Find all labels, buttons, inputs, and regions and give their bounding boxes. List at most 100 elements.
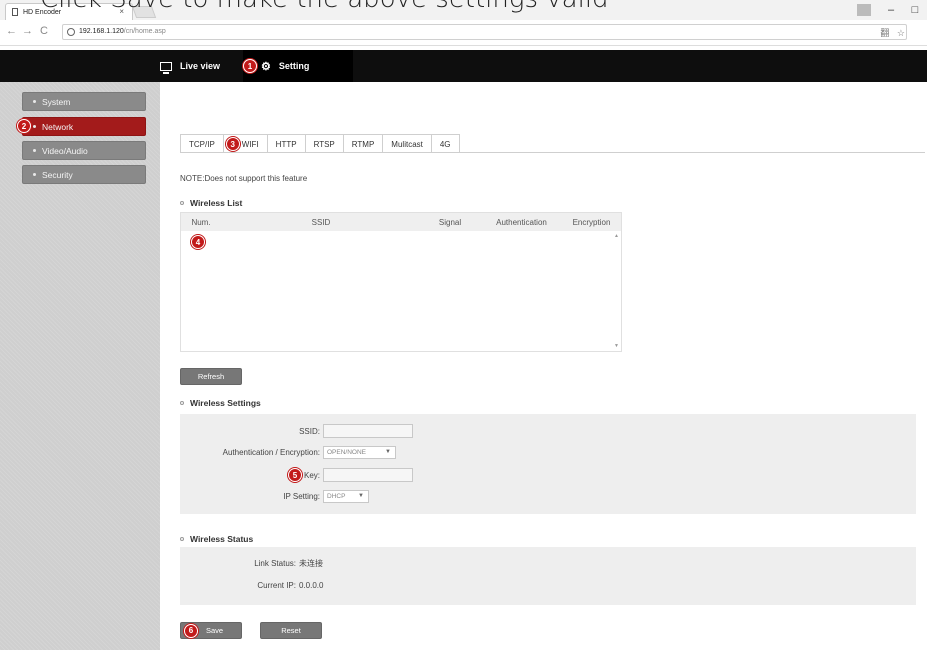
tab-rtmp[interactable]: RTMP — [342, 134, 384, 153]
reset-button[interactable]: Reset — [260, 622, 322, 639]
save-button[interactable]: 6 Save — [180, 622, 242, 639]
bookmark-star-icon[interactable]: ☆ — [897, 28, 905, 38]
nav-live-view-label: Live view — [180, 61, 221, 71]
auth-label: Authentication / Encryption: — [222, 448, 320, 457]
ip-setting-row: IP Setting: DHCP ▼ — [180, 490, 369, 503]
refresh-button[interactable]: Refresh — [180, 368, 242, 385]
tab-label: RTMP — [351, 139, 375, 149]
table-scrollbar[interactable]: ▲ ▼ — [611, 231, 621, 351]
main-content: TCP/IP 3 WIFI HTTP RTSP RTMP Mulitcast 4… — [160, 82, 927, 650]
tab-wifi[interactable]: 3 WIFI — [222, 134, 268, 153]
translate-icon[interactable]: 翻 — [880, 28, 889, 38]
sidebar-item-video-audio[interactable]: Video/Audio — [22, 141, 146, 160]
auth-select[interactable]: OPEN/NONE ▼ — [323, 446, 396, 459]
current-ip-row: Current IP: 0.0.0.0 — [180, 581, 323, 590]
ssid-row: SSID: — [180, 424, 413, 438]
note-text: NOTE:Does not support this feature — [180, 174, 308, 183]
tab-rtsp[interactable]: RTSP — [304, 134, 344, 153]
sidebar-item-security[interactable]: Security — [22, 165, 146, 184]
tab-tcpip[interactable]: TCP/IP — [180, 134, 224, 153]
bullet-icon — [33, 149, 36, 152]
step-marker-1: 1 — [243, 59, 257, 73]
tab-4g[interactable]: 4G — [430, 134, 460, 153]
nav-setting[interactable]: 1 ⚙ Setting — [243, 50, 353, 82]
sidebar-item-label: Video/Audio — [42, 145, 88, 156]
link-status-row: Link Status: 未连接 — [180, 558, 323, 569]
step-marker-5: 5 — [287, 468, 302, 482]
address-bar[interactable]: 192.168.1.120/cn/home.asp — [62, 24, 907, 40]
maximize-button[interactable]: □ — [903, 4, 927, 16]
wireless-status-panel: Link Status: 未连接 Current IP: 0.0.0.0 — [180, 547, 916, 605]
current-ip-value: 0.0.0.0 — [299, 581, 324, 590]
document-icon — [12, 8, 18, 16]
scroll-up-icon[interactable]: ▲ — [614, 233, 619, 239]
bullet-icon — [180, 201, 184, 205]
sidebar-item-label: Security — [42, 169, 73, 180]
ip-setting-select-value: DHCP — [327, 493, 346, 500]
auth-row: Authentication / Encryption: OPEN/NONE ▼ — [180, 446, 396, 459]
key-row: 5 Key: — [180, 468, 413, 482]
sidebar-item-network[interactable]: 2 Network — [17, 117, 146, 136]
network-tabs: TCP/IP 3 WIFI HTTP RTSP RTMP Mulitcast 4… — [180, 134, 460, 153]
step-marker-3: 3 — [225, 137, 240, 151]
wireless-settings-title: Wireless Settings — [180, 398, 261, 408]
window-controls: – □ — [857, 0, 927, 20]
minimize-button[interactable]: – — [879, 4, 903, 16]
forward-button[interactable]: → — [22, 25, 33, 37]
gear-icon: ⚙ — [261, 60, 271, 73]
section-title-label: Wireless List — [190, 198, 243, 208]
link-status-value: 未连接 — [299, 559, 323, 568]
bullet-icon — [33, 173, 36, 176]
user-profile-icon[interactable] — [857, 4, 871, 16]
tab-label: RTSP — [313, 139, 335, 149]
nav-live-view[interactable]: Live view — [160, 50, 220, 82]
tab-label: HTTP — [275, 139, 297, 149]
bullet-icon — [33, 100, 36, 103]
url-path: /cn/home.asp — [123, 28, 166, 35]
sidebar: System 2 Network Video/Audio Security — [0, 82, 160, 650]
scroll-down-icon[interactable]: ▼ — [614, 343, 619, 349]
bullet-icon — [33, 125, 36, 128]
site-info-icon[interactable] — [67, 28, 75, 36]
section-title-label: Wireless Settings — [190, 398, 261, 408]
ip-setting-select[interactable]: DHCP ▼ — [323, 490, 369, 503]
wireless-status-title: Wireless Status — [180, 534, 253, 544]
instruction-caption: Click Save to make the above settings va… — [40, 0, 609, 14]
url-host: 192.168.1.120 — [79, 28, 124, 35]
app-header: Live view 1 ⚙ Setting — [0, 50, 927, 82]
key-label: Key: — [303, 470, 320, 480]
tab-label: Mulitcast — [391, 139, 423, 149]
omnibox-actions: 翻 ☆ — [875, 26, 905, 39]
column-header-num: Num. — [191, 217, 211, 227]
ssid-label: SSID: — [299, 426, 320, 436]
reload-button[interactable]: C — [40, 25, 48, 37]
browser-toolbar: ← → C 192.168.1.120/cn/home.asp 翻 ☆ — [0, 20, 927, 46]
ip-setting-label: IP Setting: — [283, 492, 320, 501]
tab-divider — [180, 152, 925, 153]
auth-select-value: OPEN/NONE — [327, 449, 367, 456]
section-title-label: Wireless Status — [190, 534, 254, 544]
wireless-list-table: Num. SSID Signal Authentication Encrypti… — [180, 212, 622, 352]
back-button[interactable]: ← — [6, 25, 17, 37]
column-header-signal: Signal — [438, 217, 462, 227]
current-ip-label: Current IP: — [257, 581, 296, 590]
step-marker-2: 2 — [17, 119, 31, 133]
save-button-label: Save — [206, 626, 224, 635]
wireless-list-title: Wireless List — [180, 198, 242, 208]
column-header-encryption: Encryption — [572, 217, 611, 227]
tab-http[interactable]: HTTP — [266, 134, 306, 153]
link-status-label: Link Status: — [254, 559, 296, 568]
tab-label: 4G — [439, 139, 451, 149]
tab-multicast[interactable]: Mulitcast — [382, 134, 432, 153]
table-header: Num. SSID Signal Authentication Encrypti… — [181, 213, 621, 231]
monitor-icon — [160, 61, 172, 74]
step-marker-4: 4 — [191, 235, 205, 249]
tab-label: TCP/IP — [189, 139, 215, 149]
sidebar-item-system[interactable]: System — [22, 92, 146, 111]
ssid-input[interactable] — [323, 424, 413, 438]
key-label-wrap: 5 Key: — [180, 468, 320, 482]
column-header-ssid: SSID — [311, 217, 331, 227]
chevron-down-icon: ▼ — [358, 493, 364, 499]
tab-label: WIFI — [241, 139, 259, 149]
key-input[interactable] — [323, 468, 413, 482]
